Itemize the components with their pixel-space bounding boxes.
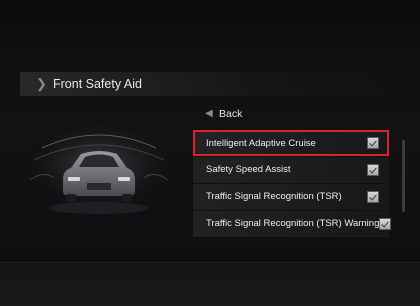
chevron-left-icon: ◀ bbox=[205, 108, 213, 119]
checkbox-checked-icon[interactable] bbox=[367, 137, 379, 149]
bottom-band bbox=[0, 262, 420, 306]
page-title: Front Safety Aid bbox=[53, 77, 142, 91]
menu-item-traffic-signal-recognition-warning[interactable]: Traffic Signal Recognition (TSR) Warning bbox=[193, 211, 392, 237]
checkbox-checked-icon[interactable] bbox=[367, 190, 379, 203]
back-label: Back bbox=[219, 108, 243, 120]
settings-menu: ◀ Back Intelligent Adaptive Cruise Safet… bbox=[193, 104, 392, 237]
menu-item-label: Traffic Signal Recognition (TSR) bbox=[206, 191, 342, 202]
menu-item-label: Traffic Signal Recognition (TSR) Warning bbox=[206, 218, 380, 229]
menu-item-traffic-signal-recognition[interactable]: Traffic Signal Recognition (TSR) bbox=[193, 184, 389, 210]
infotainment-screen: ❯ Front Safety Aid ◀ Back Intelligent Ad… bbox=[0, 0, 420, 306]
chevron-right-icon: ❯ bbox=[36, 76, 47, 91]
car-sensor-illustration-svg bbox=[27, 125, 171, 215]
back-button[interactable]: ◀ Back bbox=[193, 104, 389, 124]
menu-item-label: Intelligent Adaptive Cruise bbox=[206, 137, 316, 149]
checkbox-checked-icon[interactable] bbox=[379, 217, 392, 230]
checkbox-checked-icon[interactable] bbox=[367, 163, 379, 176]
menu-item-safety-speed-assist[interactable]: Safety Speed Assist bbox=[193, 157, 389, 183]
menu-item-intelligent-adaptive-cruise[interactable]: Intelligent Adaptive Cruise bbox=[193, 130, 389, 156]
top-band bbox=[0, 0, 420, 62]
car-sensor-illustration bbox=[24, 120, 174, 230]
menu-item-label: Safety Speed Assist bbox=[206, 164, 291, 175]
scrollbar[interactable] bbox=[402, 140, 405, 212]
